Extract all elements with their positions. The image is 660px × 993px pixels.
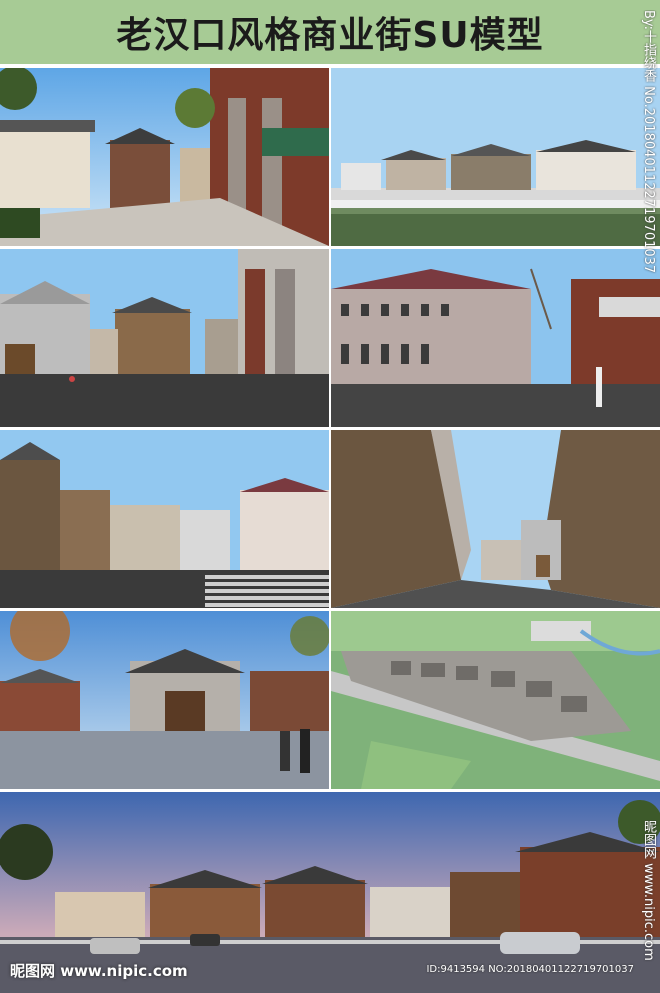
- poster: 老汉口风格商业街SU模型 By:十指绕香 No.2018040112271970…: [0, 0, 660, 993]
- watermark-vertical-bottom: 昵图网 www.nipic.com: [641, 820, 656, 961]
- footer-id: ID:9413594 NO:20180401122719701037: [426, 964, 634, 975]
- tile-european-style-building-model: [331, 249, 660, 427]
- tile-aerial-site-model: [331, 611, 660, 789]
- tile-street-perspective-render: [0, 68, 329, 246]
- watermark-vertical-top: By:十指绕香 No.20180401122719701037: [641, 10, 656, 274]
- tile-archway-plaza-render: [0, 611, 329, 789]
- title-band: 老汉口风格商业街SU模型: [0, 0, 660, 64]
- tile-plaza-staircase-model: [0, 430, 329, 608]
- footer-logo: 昵图网 www.nipic.com: [10, 962, 188, 980]
- tile-plaza-gray-buildings-model: [0, 249, 329, 427]
- poster-title: 老汉口风格商业街SU模型: [116, 15, 544, 56]
- tile-waterfront-elevation-model: [331, 68, 660, 246]
- tile-narrow-alley-model: [331, 430, 660, 608]
